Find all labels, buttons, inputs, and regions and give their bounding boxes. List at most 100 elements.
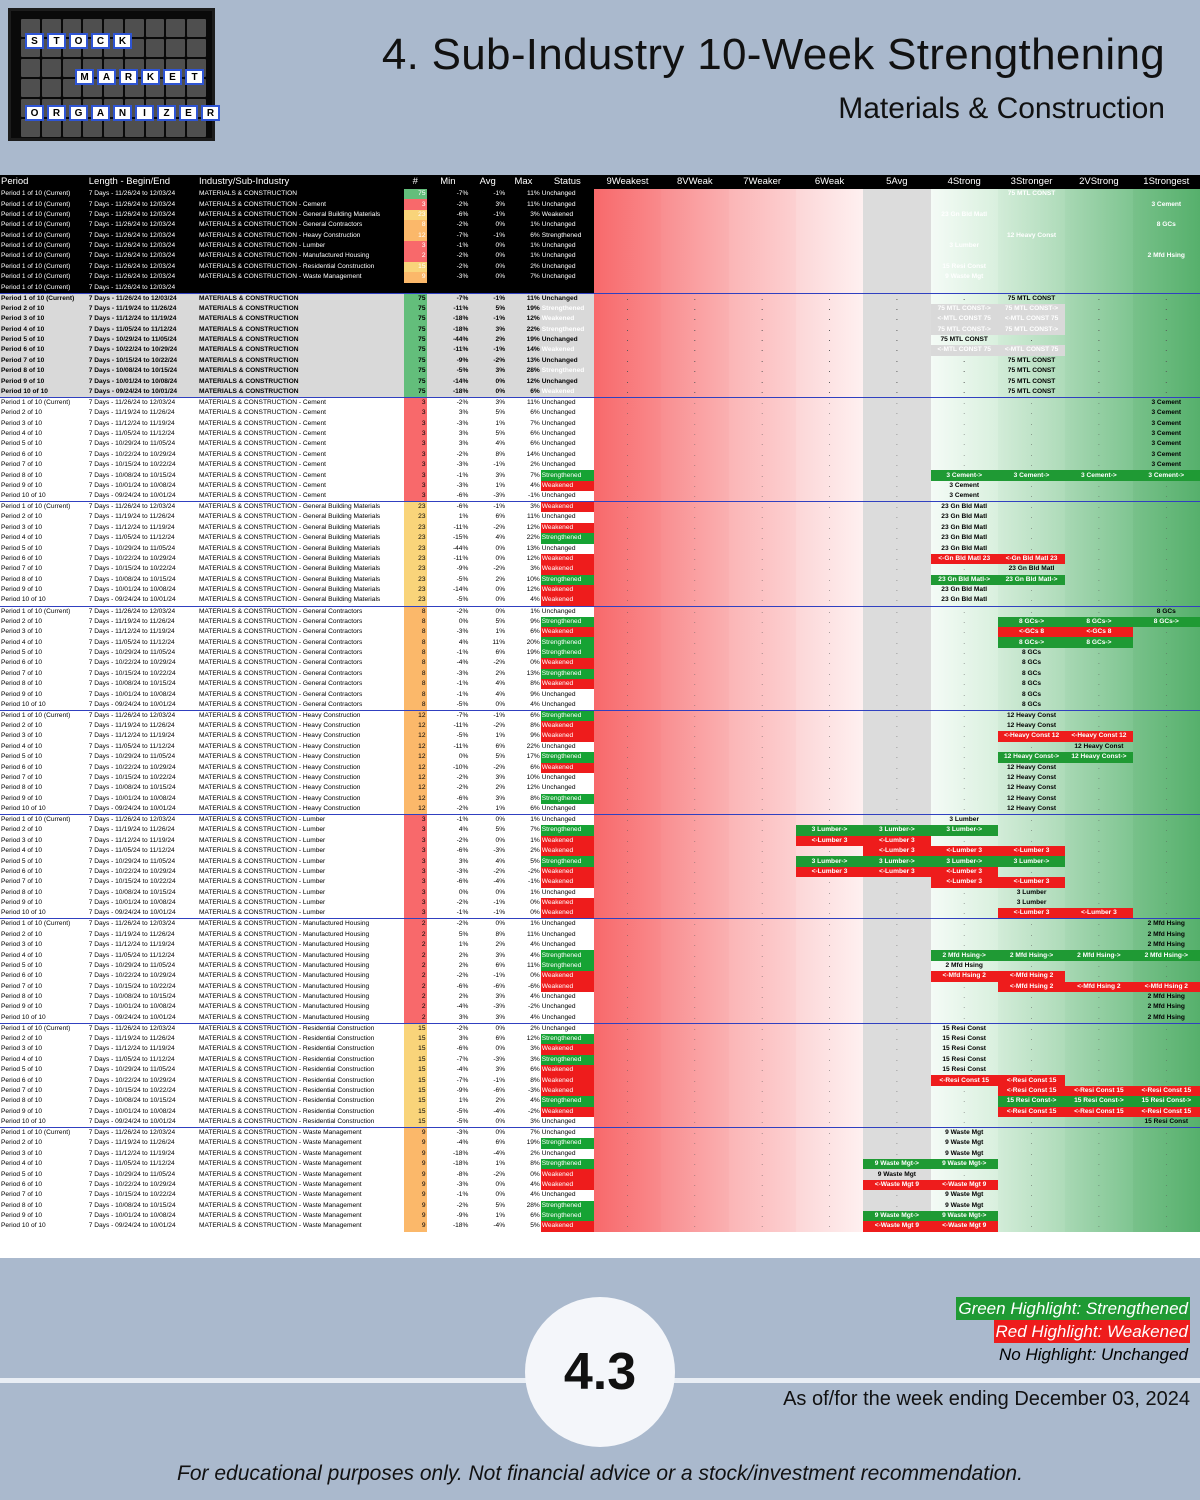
count-cell: 3 xyxy=(404,825,427,836)
strength-bucket-cell: . xyxy=(728,1002,796,1013)
strength-bucket-cell: . xyxy=(1065,960,1133,972)
industry-cell: MATERIALS & CONSTRUCTION xyxy=(197,376,405,387)
strength-bucket-cell xyxy=(593,282,662,294)
strength-bucket-cell: . xyxy=(593,1085,662,1097)
length-cell: 7 Days - 11/26/24 to 12/03/24 xyxy=(87,814,198,826)
strength-bucket-cell: . xyxy=(795,522,864,534)
min-cell: -11% xyxy=(426,303,470,315)
max-cell: 2% xyxy=(530,847,540,855)
strength-bucket-cell: . xyxy=(997,939,1066,951)
column-header: 4Strong xyxy=(930,175,998,189)
strength-bucket-cell: . xyxy=(863,637,931,648)
strength-bucket-cell: . xyxy=(795,731,864,742)
strength-bucket-cell: . xyxy=(1132,846,1200,857)
strength-bucket-cell: . xyxy=(728,470,796,481)
period-cell: Period 10 of 10 xyxy=(1,1013,46,1021)
avg-cell: -2% xyxy=(493,763,506,771)
strength-bucket-cell: 3 Lumber xyxy=(997,898,1066,909)
strength-bucket-cell: . xyxy=(1132,512,1200,523)
strength-bucket-cell: . xyxy=(728,366,796,377)
strength-bucket-cell: . xyxy=(1065,877,1133,888)
max-cell: 6% xyxy=(530,1212,540,1220)
length-cell: 7 Days - 09/24/24 to 10/01/24 xyxy=(88,596,176,604)
length-cell: 7 Days - 09/24/24 to 10/01/24 xyxy=(88,1118,176,1126)
max-cell: 4% xyxy=(530,481,540,489)
industry-cell: MATERIALS & CONSTRUCTION - Residential C… xyxy=(198,1097,375,1105)
industry-cell: MATERIALS & CONSTRUCTION - Manufactured … xyxy=(198,961,370,969)
strength-bucket-cell: . xyxy=(1065,709,1133,721)
strength-bucket-cell: . xyxy=(1132,1210,1200,1222)
min-cell: -2% xyxy=(456,805,469,813)
strength-bucket-cell: . xyxy=(728,939,796,951)
period-cell: Period 8 of 10 xyxy=(1,471,43,479)
max-cell: 9% xyxy=(530,690,540,698)
table-row: Period 1 of 10 (Current) 7 Days - 11/26/2… xyxy=(0,1022,1200,1034)
strength-bucket-cell: . xyxy=(661,1138,729,1149)
max-cell: 12% xyxy=(526,523,540,531)
industry-cell: MATERIALS & CONSTRUCTION xyxy=(197,303,405,315)
table-row: Period 3 of 10 7 Days - 11/12/24 to 11/19… xyxy=(0,835,1200,847)
strength-bucket-cell: . xyxy=(997,960,1066,972)
table-row: Period 3 of 10 7 Days - 11/12/24 to 11/19… xyxy=(0,522,1200,534)
status-cell: Weakened xyxy=(540,866,594,878)
strength-bucket-cell: . xyxy=(863,470,931,481)
period-cell: Period 6 of 10 xyxy=(1,763,43,771)
length-cell: 7 Days - 11/26/24 to 12/03/24 xyxy=(87,709,198,721)
strength-bucket-cell: . xyxy=(1132,292,1200,304)
industry-cell: MATERIALS & CONSTRUCTION - General Build… xyxy=(198,565,381,573)
strength-bucket-cell: . xyxy=(1132,720,1200,732)
logo-ghost-cell xyxy=(145,119,165,137)
length-cell: 7 Days - 10/01/24 to 10/08/24 xyxy=(88,586,176,594)
length-cell: 7 Days - 10/01/24 to 10/08/24 xyxy=(88,1212,176,1220)
count-cell: 3 xyxy=(404,887,427,898)
strength-bucket-cell xyxy=(795,261,864,273)
strength-bucket-cell: 8 GCs-> xyxy=(997,616,1066,628)
status-cell: Weakened xyxy=(540,627,594,638)
period-cell: Period 5 of 10 xyxy=(1,961,43,969)
count-cell: 12 xyxy=(404,793,427,805)
industry-cell: MATERIALS & CONSTRUCTION - General Contr… xyxy=(198,690,363,698)
strength-bucket-cell: . xyxy=(1132,386,1200,398)
strength-bucket-cell: . xyxy=(863,981,931,992)
strength-bucket-cell: . xyxy=(728,627,796,638)
strength-bucket-cell: <-Waste Mgt 9 xyxy=(863,1179,931,1191)
period-cell: Period 10 of 10 xyxy=(1,700,46,708)
avg-cell: 6% xyxy=(495,1035,506,1043)
strength-bucket-cell: <-Lumber 3 xyxy=(930,866,998,878)
strength-bucket-cell: . xyxy=(930,835,998,847)
table-row: Period 3 of 10 7 Days - 11/12/24 to 11/19… xyxy=(0,627,1200,638)
period-cell: Period 4 of 10 xyxy=(1,951,43,959)
strength-bucket-cell: . xyxy=(1065,585,1133,596)
strength-bucket-cell: . xyxy=(728,1179,796,1191)
length-cell: 7 Days - 10/22/24 to 10/29/24 xyxy=(88,659,176,667)
avg-cell: 0% xyxy=(495,1118,506,1126)
strength-bucket-cell: . xyxy=(795,480,864,492)
max-cell: 20% xyxy=(526,638,540,646)
table-row: Period 10 of 10 7 Days - 09/24/24 to 10/0… xyxy=(0,1012,1200,1024)
strength-bucket-cell: . xyxy=(997,533,1066,544)
strength-bucket-cell: . xyxy=(1132,1200,1200,1211)
min-cell: -44% xyxy=(426,334,470,346)
strength-bucket-cell: . xyxy=(593,709,662,721)
strength-bucket-cell: . xyxy=(930,929,998,940)
strength-bucket-cell: . xyxy=(1065,1190,1133,1201)
max-cell: 19% xyxy=(506,334,541,346)
strength-bucket-cell: . xyxy=(593,1179,662,1191)
period-cell: Period 1 of 10 (Current) xyxy=(0,396,88,409)
industry-cell: MATERIALS & CONSTRUCTION - Lumber xyxy=(198,878,326,886)
strength-bucket-cell: . xyxy=(728,1169,796,1180)
strength-bucket-cell: . xyxy=(795,647,864,659)
strength-bucket-cell: . xyxy=(661,971,729,982)
strength-bucket-cell: 8 GCs xyxy=(997,658,1066,669)
max-cell: 11% xyxy=(527,930,540,938)
strength-bucket-cell: . xyxy=(661,960,729,972)
strength-bucket-cell: . xyxy=(1065,1169,1133,1180)
period-cell: Period 4 of 10 xyxy=(0,324,88,335)
strength-bucket-cell: . xyxy=(593,1210,662,1222)
status-cell: Unchanged xyxy=(541,774,576,782)
strength-bucket-cell: . xyxy=(661,418,729,429)
count-cell: 8 xyxy=(404,678,427,690)
count-cell: 3 xyxy=(404,835,427,847)
strength-bucket-cell: . xyxy=(593,689,662,700)
length-cell: 7 Days - 11/12/24 to 11/19/24 xyxy=(88,523,175,531)
